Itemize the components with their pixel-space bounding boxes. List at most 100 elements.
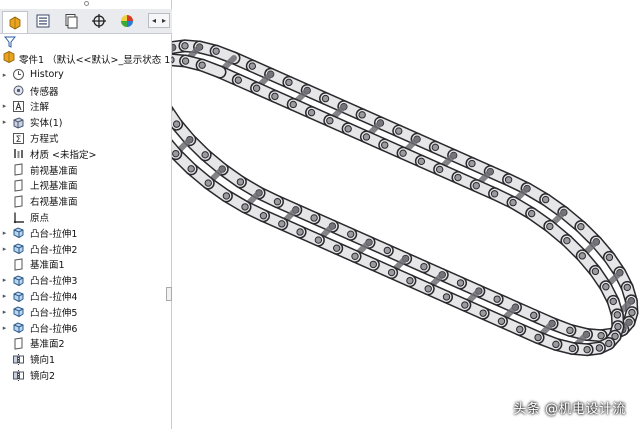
expand-arrow-icon[interactable]: ▸ — [0, 324, 9, 332]
feature-manager-panel: ◂ ▸ 零件1 （默认<<默认>_显示状态 1>） ▸ History 传感器 ▸ 注解… — [0, 0, 188, 429]
plane-icon — [12, 163, 25, 176]
property-manager-tab[interactable] — [30, 11, 56, 31]
tree-item-label: 镜向1 — [30, 355, 56, 367]
chain-pin — [248, 62, 257, 70]
expand-arrow-icon[interactable]: ▸ — [0, 276, 9, 284]
chain-pin — [504, 176, 513, 184]
chain-pin — [454, 173, 462, 182]
tree-item-label: 实体(1) — [30, 118, 63, 130]
svg-text:Σ: Σ — [16, 135, 22, 145]
chain-pin — [314, 236, 323, 244]
chain-pin — [310, 214, 318, 222]
tree-item[interactable]: ▸ 注解 — [0, 99, 172, 115]
expand-arrow-icon[interactable]: ▸ — [0, 71, 9, 79]
chain-pin — [381, 141, 389, 149]
chain-pin — [609, 297, 617, 306]
chain-pin — [358, 111, 366, 119]
chain-pin — [406, 276, 414, 285]
tree-item[interactable]: ▸ 凸台-拉伸5 — [0, 304, 172, 320]
tree-item-label: 传感器 — [30, 86, 59, 98]
roller-chain-model — [172, 39, 639, 357]
chain-pin — [623, 283, 631, 292]
display-manager-tab[interactable] — [114, 11, 140, 31]
chain-pin — [530, 311, 538, 320]
chain-pin — [187, 165, 195, 173]
chain-pin — [479, 309, 487, 317]
plane-icon — [12, 337, 25, 350]
chain-pin — [212, 47, 220, 55]
chain-pin — [204, 179, 212, 187]
chain-pin — [198, 61, 206, 69]
tree-item[interactable]: ▸ 凸台-拉伸6 — [0, 320, 172, 336]
scroll-left-icon[interactable]: ◂ — [149, 14, 159, 27]
expand-arrow-icon[interactable]: ▸ — [0, 229, 9, 237]
tree-item[interactable]: 基准面1 — [0, 257, 172, 273]
panel-grip[interactable] — [84, 1, 89, 6]
expand-arrow-icon[interactable]: ▸ — [0, 118, 9, 126]
tree-item[interactable]: 镜向1 — [0, 351, 172, 367]
watermark-text: 头条 @机电设计流 — [513, 402, 626, 417]
chain-pin — [395, 127, 403, 135]
tree-item-label: 凸台-拉伸1 — [30, 228, 78, 240]
tree-item-label: 凸台-拉伸5 — [30, 307, 78, 319]
tree-item[interactable]: 传感器 — [0, 83, 172, 99]
chain-pin — [326, 117, 334, 125]
tree-item-label: 凸台-拉伸6 — [30, 323, 78, 335]
chain-pin — [509, 198, 517, 207]
annotation-icon — [12, 100, 25, 113]
tree-item[interactable]: 基准面2 — [0, 336, 172, 352]
tree-item-label: 凸台-拉伸4 — [30, 292, 78, 304]
tree-item[interactable]: Σ 方程式 — [0, 130, 172, 146]
tree-item[interactable]: 镜向2 — [0, 367, 172, 383]
chain-pin — [296, 228, 304, 236]
equation-icon: Σ — [12, 132, 25, 145]
expand-arrow-icon[interactable]: ▸ — [0, 102, 9, 110]
tree-item[interactable]: ▸ History — [0, 67, 172, 83]
tree-item[interactable]: ▸ 凸台-拉伸4 — [0, 288, 172, 304]
chain-pin — [461, 301, 469, 309]
tree-item-label: 凸台-拉伸3 — [30, 276, 78, 288]
extrude-icon — [12, 226, 25, 239]
chain-pin — [614, 322, 622, 331]
origin-icon — [12, 211, 25, 224]
tab-scroll-arrows[interactable]: ◂ ▸ — [148, 13, 170, 28]
filter-icon[interactable] — [3, 36, 17, 51]
tree-item[interactable]: ▸ 凸台-拉伸1 — [0, 225, 172, 241]
extrude-icon — [12, 274, 25, 287]
chain-pin — [613, 311, 622, 319]
tree-item[interactable]: ▸ 凸台-拉伸2 — [0, 241, 172, 257]
tree-item[interactable]: 材质 <未指定> — [0, 146, 172, 162]
part-root-node[interactable]: 零件1 （默认<<默认>_显示状态 1>） — [2, 51, 188, 66]
tree-item[interactable]: 右视基准面 — [0, 193, 172, 209]
feature-manager-tab[interactable] — [2, 11, 28, 33]
chain-pin — [628, 308, 636, 317]
tree-item[interactable]: ▸ 凸台-拉伸3 — [0, 272, 172, 288]
tree-item[interactable]: ▸ 实体(1) — [0, 114, 172, 130]
dimxpert-tab[interactable] — [86, 11, 112, 31]
tree-item-label: 方程式 — [30, 134, 59, 146]
chain-pin — [490, 190, 499, 198]
scroll-right-icon[interactable]: ▸ — [159, 14, 169, 27]
chain-pin — [399, 149, 407, 157]
chain-pin — [417, 157, 426, 166]
chain-pin — [568, 344, 577, 353]
tree-item[interactable]: 前视基准面 — [0, 162, 172, 178]
tree-item-label: 基准面2 — [30, 339, 65, 351]
expand-arrow-icon[interactable]: ▸ — [0, 308, 9, 316]
configuration-manager-tab[interactable] — [58, 11, 84, 31]
graphics-area[interactable]: 头条 @机电设计流 — [172, 0, 640, 429]
extrude-icon — [12, 305, 25, 318]
chain-pin — [516, 325, 524, 334]
expand-arrow-icon[interactable]: ▸ — [0, 292, 9, 300]
chain-pin — [577, 222, 585, 231]
chain-pin — [285, 78, 293, 87]
chain-pin — [234, 76, 243, 84]
expand-arrow-icon[interactable]: ▸ — [0, 245, 9, 253]
chain-pin — [424, 285, 432, 293]
tree-item[interactable]: 上视基准面 — [0, 178, 172, 194]
chain-pin — [181, 42, 189, 50]
chain-pin — [527, 209, 536, 218]
chain-pin — [595, 344, 604, 352]
tree-item[interactable]: 原点 — [0, 209, 172, 225]
tree-item-label: 上视基准面 — [30, 181, 78, 193]
